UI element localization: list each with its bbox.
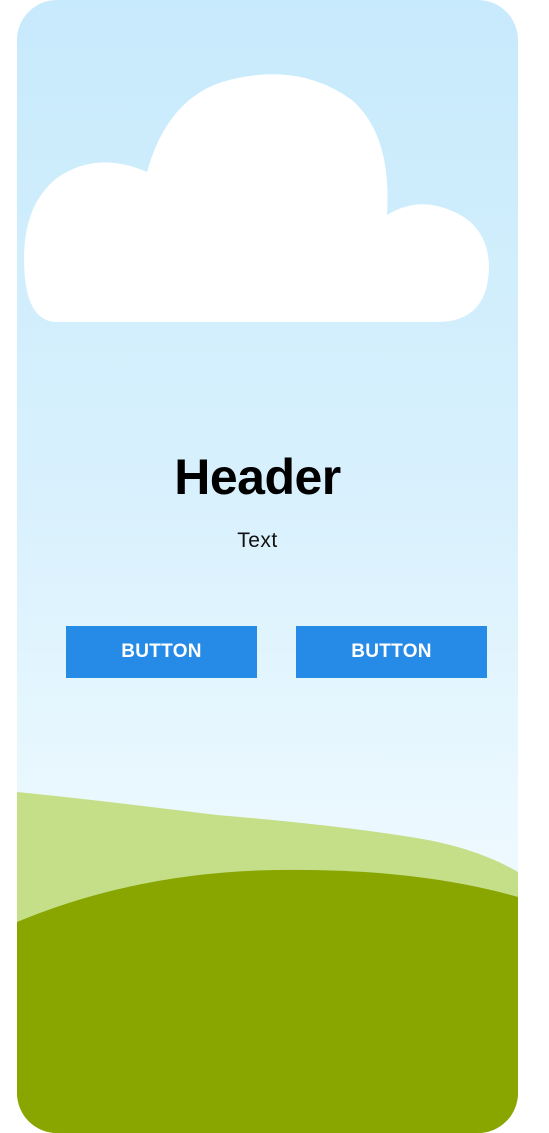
primary-button-left[interactable]: BUTTON: [66, 626, 257, 678]
background-scene: [17, 74, 518, 1133]
primary-button-right[interactable]: BUTTON: [296, 626, 487, 678]
page-header: Header: [174, 449, 341, 505]
front-hill: [17, 869, 518, 1133]
app-screen: [17, 0, 518, 1133]
body-text: Text: [237, 529, 278, 552]
cloud-illustration: [23, 74, 489, 323]
